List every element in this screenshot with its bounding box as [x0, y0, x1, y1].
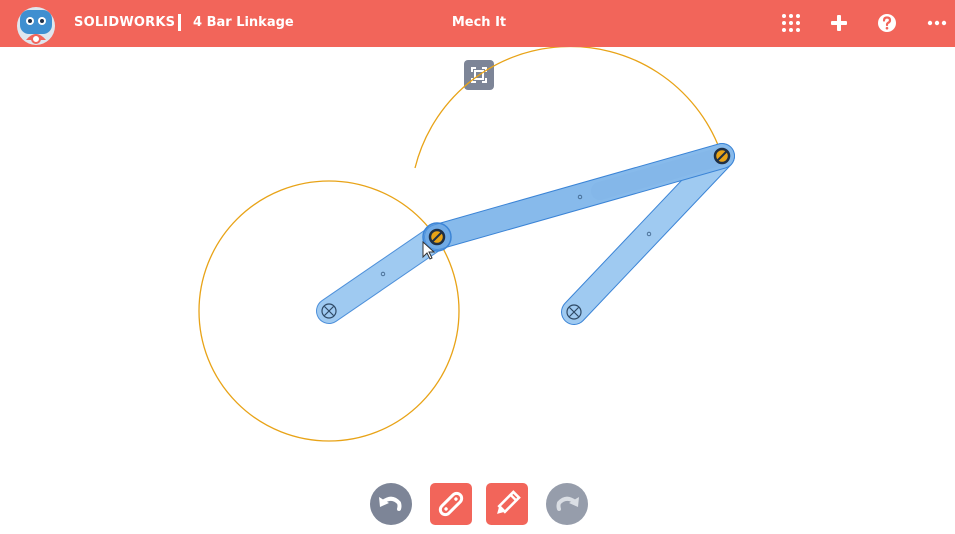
undo-button[interactable] [370, 483, 412, 525]
link-tool-button[interactable] [430, 483, 472, 525]
linkage-canvas[interactable] [0, 45, 955, 477]
header-bar: SOLIDWORKS 4 Bar Linkage Mech It [0, 0, 955, 47]
redo-icon [556, 496, 579, 511]
joint-coupler-rocker[interactable] [713, 147, 731, 165]
undo-icon [379, 496, 402, 511]
coupler-path-arc [414, 45, 721, 169]
more-horizontal-icon[interactable] [925, 11, 949, 35]
pencil-icon [497, 490, 521, 514]
draw-tool-button[interactable] [486, 483, 528, 525]
help-icon[interactable] [875, 11, 899, 35]
app-title: Mech It [451, 15, 507, 30]
link-icon [438, 491, 464, 517]
redo-button[interactable] [546, 483, 588, 525]
apps-grid-icon[interactable] [779, 11, 803, 35]
plus-icon[interactable] [827, 11, 851, 35]
